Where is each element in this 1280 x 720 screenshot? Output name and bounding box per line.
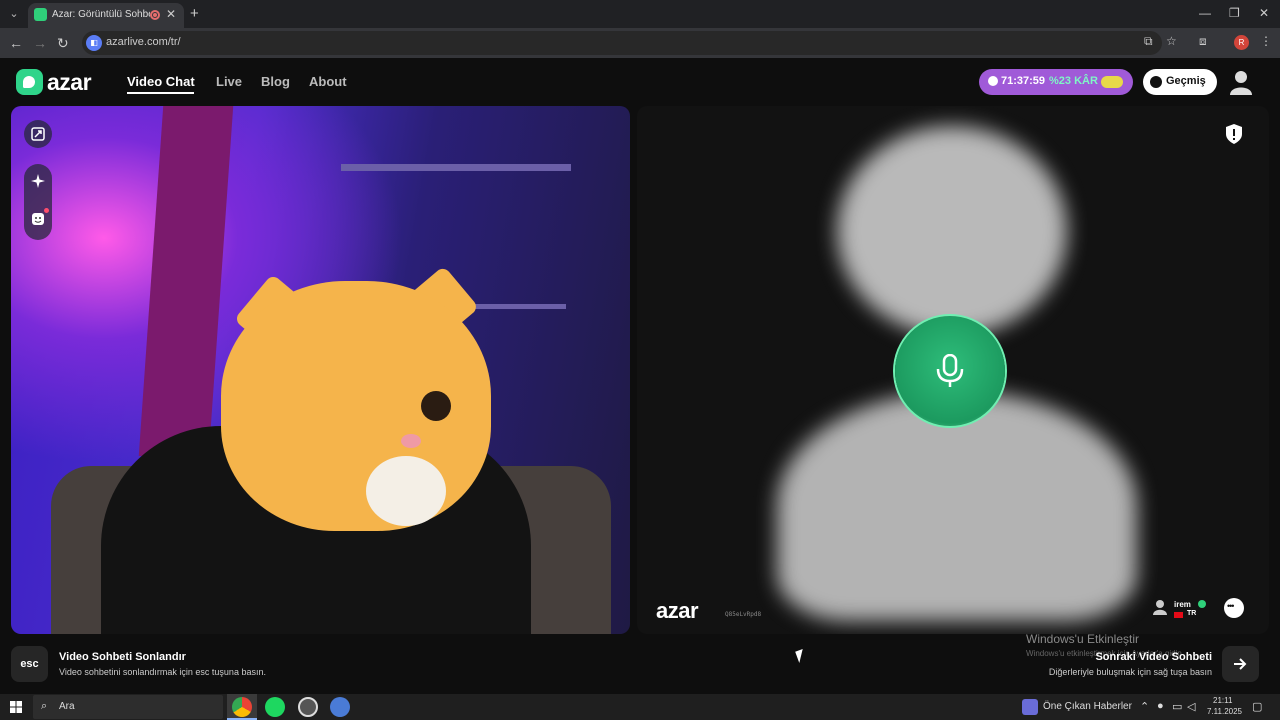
azar-logo-icon [16, 69, 43, 95]
tray-chevron-icon[interactable]: ⌃ [1140, 700, 1149, 713]
expand-view-button[interactable] [24, 120, 52, 148]
news-widget-icon[interactable] [1022, 699, 1038, 715]
turkey-flag-icon [1174, 612, 1183, 618]
taskbar-date[interactable]: 7.11.2025 [1207, 707, 1242, 716]
forward-arrow-icon[interactable]: → [33, 35, 47, 51]
nav-about[interactable]: About [309, 74, 347, 89]
cat-nose [401, 434, 421, 448]
clock-icon [988, 76, 998, 86]
microphone-button[interactable] [895, 316, 1005, 426]
microphone-tray-icon[interactable]: ● [1157, 700, 1164, 712]
cat-eye [421, 391, 451, 421]
active-nav-indicator [127, 92, 194, 94]
gems-icon [1101, 76, 1123, 88]
self-camera-view [11, 106, 630, 634]
windows-start-icon[interactable] [10, 701, 22, 713]
obs-app-icon[interactable] [298, 697, 318, 717]
promo-timer-badge[interactable]: 71:37:59 %23 KÂR [979, 69, 1133, 95]
search-placeholder: Ara [59, 701, 75, 712]
back-arrow-icon[interactable]: ← [9, 35, 23, 51]
address-bar[interactable]: ◧ azarlive.com/tr/ [82, 31, 1162, 55]
next-chat-hint: Diğerleriyle buluşmak için sağ tuşa bası… [1048, 667, 1212, 677]
partner-avatar-icon[interactable] [1153, 599, 1167, 615]
windows-taskbar: ⌕ Ara Öne Çıkan Haberler ⌃ ● ▭ ◁ 21:11 7… [0, 694, 1280, 720]
face-filter-icon[interactable] [31, 212, 45, 226]
taskbar-time[interactable]: 21:11 [1213, 696, 1232, 705]
nav-live[interactable]: Live [216, 74, 242, 89]
history-clock-icon [1150, 76, 1162, 88]
chat-button[interactable] [1224, 598, 1244, 618]
search-icon: ⌕ [41, 700, 48, 712]
history-button[interactable]: Geçmiş [1143, 69, 1217, 95]
partner-session-id: Q85eLvRpd8 [725, 611, 762, 618]
user-avatar-icon[interactable] [1229, 69, 1253, 95]
partner-name: irem [1174, 600, 1191, 609]
nav-blog[interactable]: Blog [261, 74, 290, 89]
volume-icon[interactable]: ◁ [1187, 700, 1195, 713]
placeholder-head [837, 126, 1067, 336]
azar-page: azar Video Chat Live Blog About 71:37:59… [0, 58, 1280, 694]
app-icon[interactable] [330, 697, 350, 717]
verified-badge-icon [1198, 600, 1206, 608]
mouse-cursor-icon [795, 648, 807, 664]
browser-toolbar: ← → ↻ ◧ azarlive.com/tr/ ⧉ ☆ ⧈ ⋮ [0, 28, 1280, 58]
chrome-app-icon[interactable] [232, 697, 252, 717]
sparkle-effects-icon[interactable] [31, 174, 45, 188]
promo-discount: %23 KÂR [1049, 75, 1098, 87]
cat-muzzle [366, 456, 446, 526]
site-info-icon[interactable]: ◧ [86, 35, 102, 51]
promo-timer: 71:37:59 [1001, 75, 1046, 87]
bookmark-star-icon[interactable]: ☆ [1166, 34, 1177, 48]
reload-icon[interactable]: ↻ [57, 35, 69, 52]
extensions-icon[interactable]: ⧈ [1199, 34, 1207, 49]
url-text: azarlive.com/tr/ [106, 36, 181, 48]
notification-icon[interactable]: ▢ [1252, 700, 1262, 713]
history-label: Geçmiş [1166, 75, 1206, 87]
network-icon[interactable]: ▭ [1172, 700, 1182, 713]
expand-icon [31, 127, 45, 141]
effects-toolbar [24, 164, 52, 240]
shelf [341, 164, 571, 171]
partner-video-view: azar Q85eLvRpd8 irem TR [637, 106, 1269, 634]
news-widget-label[interactable]: Öne Çıkan Haberler [1043, 701, 1132, 712]
shelf [466, 304, 566, 309]
nav-video-chat[interactable]: Video Chat [127, 74, 195, 89]
minimize-button[interactable]: — [1199, 6, 1211, 20]
notification-dot [44, 208, 49, 213]
end-chat-esc-button[interactable]: esc [11, 646, 48, 682]
end-chat-title: Video Sohbeti Sonlandır [59, 651, 186, 663]
partner-azar-watermark: azar [656, 598, 699, 623]
report-shield-icon[interactable] [1225, 124, 1243, 144]
recording-indicator-icon [150, 10, 160, 20]
browser-profile-avatar[interactable]: R [1234, 35, 1249, 50]
tab-close-icon[interactable]: ✕ [166, 7, 176, 21]
next-chat-button[interactable] [1222, 646, 1259, 682]
restore-button[interactable]: ❐ [1229, 6, 1240, 20]
install-app-icon[interactable]: ⧉ [1144, 34, 1153, 49]
windows-activation-title: Windows'u Etkinleştir [1026, 632, 1139, 646]
new-tab-button[interactable]: + [190, 5, 199, 22]
microphone-icon [936, 354, 964, 387]
arrow-right-icon [1234, 658, 1247, 670]
browser-menu-icon[interactable]: ⋮ [1260, 34, 1272, 48]
azar-favicon-icon [34, 8, 47, 21]
tab-title: Azar: Görüntülü Sohbet, Yeni [52, 9, 150, 20]
taskbar-search[interactable]: ⌕ Ara [33, 695, 223, 719]
browser-tab-bar: ⌄ Azar: Görüntülü Sohbet, Yeni ✕ + — ❐ ✕ [0, 0, 1280, 28]
end-chat-hint: Video sohbetini sonlandırmak için esc tu… [59, 667, 266, 677]
tab-list-icon[interactable]: ⌄ [4, 4, 24, 24]
logo-text: azar [47, 69, 92, 95]
next-chat-title: Sonraki Video Sohbeti [1095, 651, 1212, 663]
wall-banner [138, 106, 234, 456]
partner-country: TR [1187, 610, 1197, 617]
spotify-app-icon[interactable] [265, 697, 285, 717]
browser-tab[interactable]: Azar: Görüntülü Sohbet, Yeni ✕ [28, 3, 184, 28]
window-close-button[interactable]: ✕ [1259, 6, 1269, 20]
